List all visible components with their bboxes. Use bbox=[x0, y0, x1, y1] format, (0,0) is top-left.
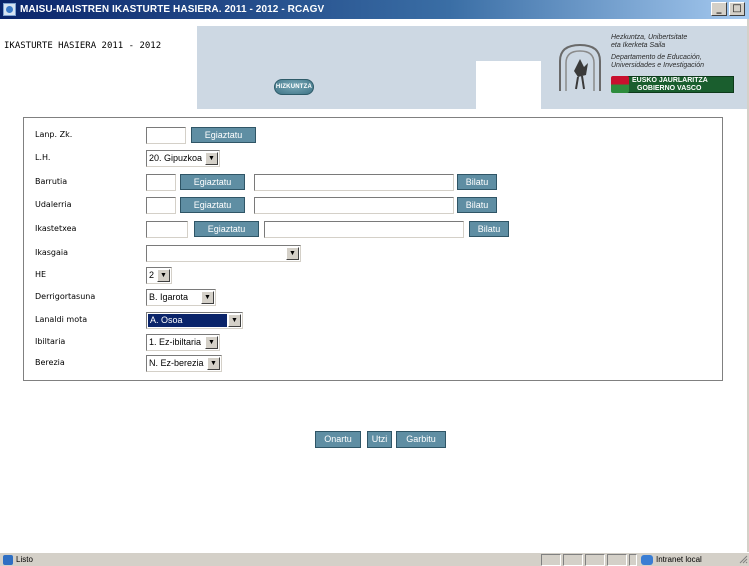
berezia-label: Berezia bbox=[35, 358, 65, 367]
clear-button[interactable]: Garbitu bbox=[396, 431, 446, 448]
status-panel bbox=[563, 554, 583, 566]
government-logo: EUSKO JAURLARITZA GOBIERNO VASCO bbox=[611, 76, 734, 93]
page-header: IKASTURTE HASIERA 2011 - 2012 HIZKUNTZA … bbox=[0, 19, 749, 109]
department-name-es-1: Departamento de Educación, bbox=[611, 54, 702, 61]
ikastetxea-code-input[interactable] bbox=[146, 221, 188, 238]
row-lanaldi-mota: Lanaldi mota A. Osoa ▼ bbox=[24, 312, 722, 330]
barrutia-code-input[interactable] bbox=[146, 174, 176, 191]
chevron-down-icon[interactable]: ▼ bbox=[205, 336, 218, 349]
ie-app-icon bbox=[3, 3, 16, 16]
he-select[interactable]: 2 ▼ bbox=[146, 267, 172, 284]
window-controls: _ □ bbox=[711, 2, 745, 16]
accept-button[interactable]: Onartu bbox=[315, 431, 361, 448]
ikastetxea-name-input[interactable] bbox=[264, 221, 464, 238]
udalerria-search-button[interactable]: Bilatu bbox=[457, 197, 497, 213]
lh-select[interactable]: 20. Gipuzkoa ▼ bbox=[146, 150, 220, 167]
derrigortasuna-selected-value: B. Igarota bbox=[149, 292, 189, 302]
status-text: Listo bbox=[16, 555, 33, 564]
lanaldi-mota-select[interactable]: A. Osoa ▼ bbox=[146, 312, 243, 329]
row-ikastetxea: Ikastetxea Egiaztatu Bilatu bbox=[24, 221, 722, 239]
row-lh: L.H. 20. Gipuzkoa ▼ bbox=[24, 150, 722, 168]
resize-grip-icon[interactable] bbox=[738, 554, 748, 565]
intranet-zone-icon bbox=[641, 555, 653, 565]
ikasgaia-select[interactable]: ▼ bbox=[146, 245, 301, 262]
security-zone-text: Intranet local bbox=[656, 555, 702, 564]
row-ibiltaria: Ibiltaria 1. Ez-ibiltaria ▼ bbox=[24, 334, 722, 352]
ibiltaria-selected-value: 1. Ez-ibiltaria bbox=[149, 337, 202, 347]
department-emblem-icon bbox=[559, 43, 601, 91]
row-derrigortasuna: Derrigortasuna B. Igarota ▼ bbox=[24, 289, 722, 307]
language-button[interactable]: HIZKUNTZA bbox=[274, 79, 314, 95]
status-panel bbox=[607, 554, 627, 566]
udalerria-verify-button[interactable]: Egiaztatu bbox=[180, 197, 245, 213]
header-title-area bbox=[0, 26, 197, 109]
page-title: IKASTURTE HASIERA 2011 - 2012 bbox=[4, 41, 162, 51]
lanaldi-mota-selected-value: A. Osoa bbox=[148, 314, 227, 327]
government-names: EUSKO JAURLARITZA GOBIERNO VASCO bbox=[632, 77, 708, 93]
cancel-button[interactable]: Utzi bbox=[367, 431, 392, 448]
status-panel bbox=[541, 554, 561, 566]
maximize-button[interactable]: □ bbox=[729, 2, 745, 16]
ikastetxea-label: Ikastetxea bbox=[35, 224, 77, 233]
barrutia-verify-button[interactable]: Egiaztatu bbox=[180, 174, 245, 190]
berezia-selected-value: N. Ez-berezia bbox=[149, 358, 204, 368]
barrutia-name-input[interactable] bbox=[254, 174, 454, 191]
title-bar[interactable]: MAISU-MAISTREN IKASTURTE HASIERA. 2011 -… bbox=[0, 0, 749, 19]
chevron-down-icon[interactable]: ▼ bbox=[201, 291, 214, 304]
chevron-down-icon[interactable]: ▼ bbox=[205, 152, 218, 165]
derrigortasuna-label: Derrigortasuna bbox=[35, 292, 96, 301]
ibiltaria-select[interactable]: 1. Ez-ibiltaria ▼ bbox=[146, 334, 220, 351]
chevron-down-icon[interactable]: ▼ bbox=[286, 247, 299, 260]
udalerria-code-input[interactable] bbox=[146, 197, 176, 214]
status-bar: Listo Intranet local bbox=[0, 552, 749, 566]
he-selected-value: 2 bbox=[149, 270, 155, 280]
row-lanp-zk: Lanp. Zk. Egiaztatu bbox=[24, 127, 722, 145]
udalerria-label: Udalerria bbox=[35, 200, 72, 209]
derrigortasuna-select[interactable]: B. Igarota ▼ bbox=[146, 289, 216, 306]
minimize-button[interactable]: _ bbox=[711, 2, 727, 16]
department-name-eu-2: eta Ikerketa Saila bbox=[611, 42, 666, 49]
browser-window: MAISU-MAISTREN IKASTURTE HASIERA. 2011 -… bbox=[0, 0, 749, 566]
coat-of-arms-icon bbox=[611, 76, 629, 93]
lanp-zk-verify-button[interactable]: Egiaztatu bbox=[191, 127, 256, 143]
header-notch bbox=[476, 61, 541, 109]
row-barrutia: Barrutia Egiaztatu Bilatu bbox=[24, 174, 722, 192]
row-ikasgaia: Ikasgaia ▼ bbox=[24, 245, 722, 263]
he-label: HE bbox=[35, 270, 47, 279]
department-name-eu-1: Hezkuntza, Unibertsitate bbox=[611, 34, 688, 41]
lh-label: L.H. bbox=[35, 153, 51, 162]
barrutia-search-button[interactable]: Bilatu bbox=[457, 174, 497, 190]
lanp-zk-label: Lanp. Zk. bbox=[35, 130, 73, 139]
lanp-zk-input[interactable] bbox=[146, 127, 186, 144]
ikasgaia-label: Ikasgaia bbox=[35, 248, 69, 257]
lh-selected-value: 20. Gipuzkoa bbox=[149, 153, 203, 163]
status-panel bbox=[585, 554, 605, 566]
chevron-down-icon[interactable]: ▼ bbox=[207, 357, 220, 370]
government-name-es: GOBIERNO VASCO bbox=[637, 84, 702, 92]
row-he: HE 2 ▼ bbox=[24, 267, 722, 285]
window-title: MAISU-MAISTREN IKASTURTE HASIERA. 2011 -… bbox=[20, 4, 325, 15]
row-berezia: Berezia N. Ez-berezia ▼ bbox=[24, 355, 722, 373]
ikastetxea-search-button[interactable]: Bilatu bbox=[469, 221, 509, 237]
udalerria-name-input[interactable] bbox=[254, 197, 454, 214]
form-panel: Lanp. Zk. Egiaztatu L.H. 20. Gipuzkoa ▼ … bbox=[23, 117, 723, 381]
lanaldi-mota-label: Lanaldi mota bbox=[35, 315, 88, 324]
government-name-eu: EUSKO JAURLARITZA bbox=[632, 76, 708, 84]
department-name-es-2: Universidades e Investigación bbox=[611, 62, 704, 69]
ibiltaria-label: Ibiltaria bbox=[35, 337, 66, 346]
ikastetxea-verify-button[interactable]: Egiaztatu bbox=[194, 221, 259, 237]
chevron-down-icon[interactable]: ▼ bbox=[157, 269, 170, 282]
status-panel bbox=[629, 554, 637, 566]
row-udalerria: Udalerria Egiaztatu Bilatu bbox=[24, 197, 722, 215]
page-done-icon bbox=[3, 555, 13, 565]
berezia-select[interactable]: N. Ez-berezia ▼ bbox=[146, 355, 222, 372]
chevron-down-icon[interactable]: ▼ bbox=[228, 314, 241, 327]
barrutia-label: Barrutia bbox=[35, 177, 68, 186]
